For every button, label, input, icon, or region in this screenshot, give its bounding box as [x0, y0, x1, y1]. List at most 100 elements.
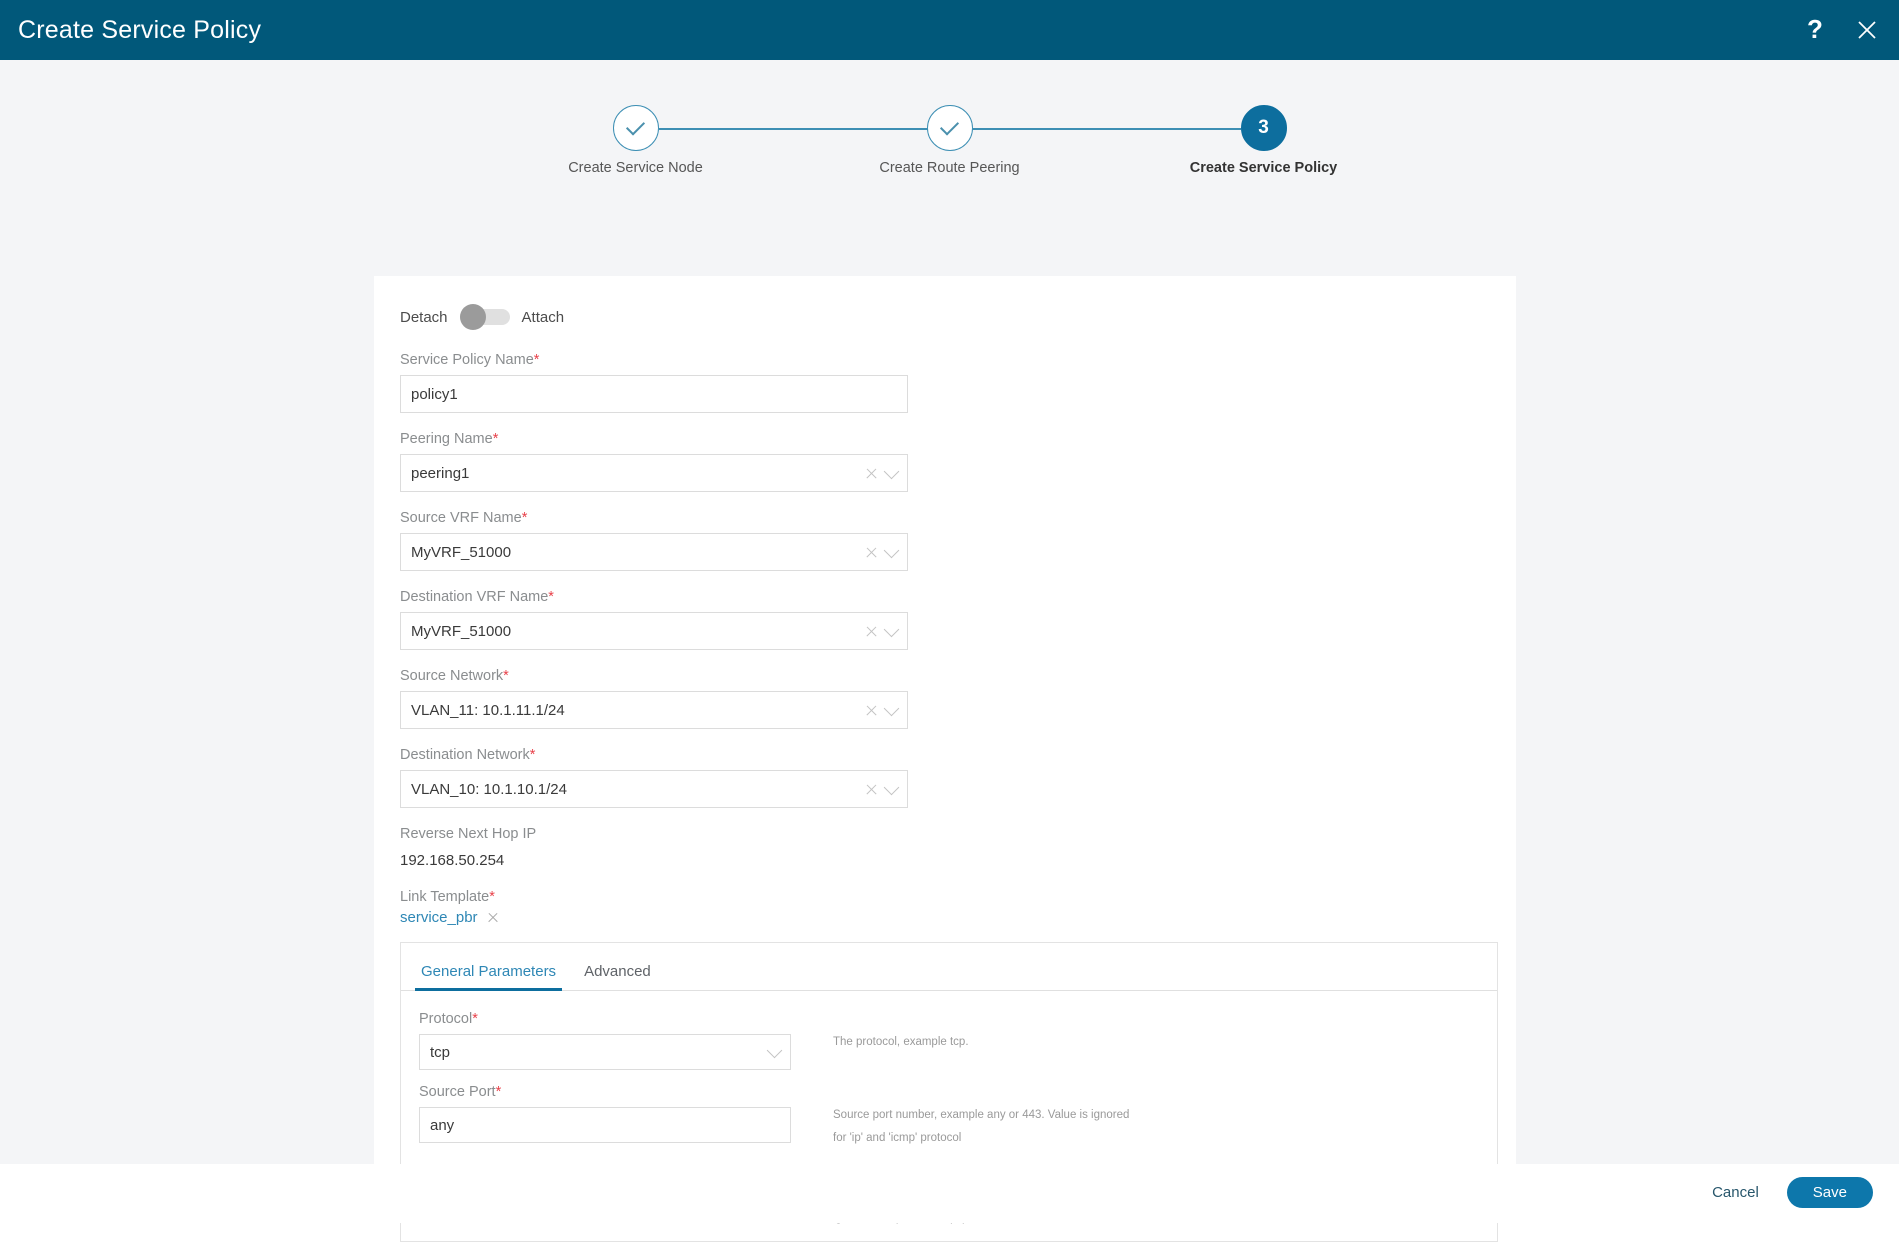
service-policy-name-input[interactable]: policy1 [400, 375, 908, 413]
required-marker: * [533, 352, 540, 368]
attach-detach-toggle-row: Detach Attach [400, 304, 1490, 330]
label-text: Destination VRF Name [400, 589, 549, 605]
tabbar: General Parameters Advanced [401, 943, 1497, 991]
stepper-step-2-label: Create Route Peering [879, 160, 1020, 176]
toggle-knob [459, 304, 486, 330]
dialog-body: Create Service Node Create Route Peering… [0, 60, 1899, 1242]
source-port-help-text: Source port number, example any or 443. … [833, 1109, 1130, 1144]
select-value: MyVRF_51000 [411, 622, 512, 640]
field-destination-vrf-name: Destination VRF Name* MyVRF_51000 [400, 589, 1490, 650]
tab-label: General Parameters [421, 963, 557, 980]
stepper-step-3-circle: 3 [1240, 105, 1287, 151]
field-reverse-next-hop-ip: Reverse Next Hop IP 192.168.50.254 [400, 826, 1490, 869]
tab-label: Advanced [584, 963, 651, 980]
chevron-down-icon[interactable] [766, 1042, 783, 1058]
link-template-chip: service_pbr [400, 909, 1490, 926]
field-source-network: Source Network* VLAN_11: 10.1.11.1/24 [400, 668, 1490, 729]
field-peering-name: Peering Name* peering1 [400, 431, 1490, 492]
chevron-down-icon[interactable] [883, 700, 900, 716]
source-port-input[interactable]: any [419, 1107, 791, 1143]
cancel-button[interactable]: Cancel [1708, 1177, 1763, 1208]
field-label: Reverse Next Hop IP [400, 826, 1490, 842]
select-value: VLAN_11: 10.1.11.1/24 [411, 701, 565, 719]
field-source-vrf-name: Source VRF Name* MyVRF_51000 [400, 510, 1490, 571]
stepper-step-3-label: Create Service Policy [1189, 160, 1338, 176]
reverse-next-hop-ip-value: 192.168.50.254 [400, 852, 505, 869]
select-icons [865, 463, 900, 480]
attach-detach-toggle[interactable] [459, 304, 510, 330]
clear-icon[interactable] [865, 625, 878, 638]
required-marker: * [489, 889, 495, 905]
chevron-down-icon[interactable] [883, 542, 900, 558]
check-icon [939, 116, 960, 136]
dialog-titlebar: Create Service Policy ? [0, 0, 1899, 60]
detach-label: Detach [400, 308, 448, 326]
field-label: Destination VRF Name* [400, 589, 1490, 605]
label-text: Peering Name [400, 431, 493, 447]
peering-name-select[interactable]: peering1 [400, 454, 908, 492]
label-text: Link Template [400, 889, 490, 905]
label-text: Reverse Next Hop IP [400, 826, 537, 842]
tab-advanced[interactable]: Advanced [578, 963, 657, 990]
select-icons [865, 779, 900, 796]
dialog-footer: Cancel Save [0, 1164, 1899, 1223]
chevron-down-icon[interactable] [883, 463, 900, 479]
field-link-template: Link Template* service_pbr [400, 889, 1490, 926]
field-source-port: Source Port* any [419, 1084, 819, 1143]
select-value: MyVRF_51000 [411, 543, 512, 561]
field-service-policy-name: Service Policy Name* policy1 [400, 352, 1490, 413]
close-icon[interactable] [1853, 16, 1881, 44]
dialog-title: Create Service Policy [18, 15, 262, 44]
param-row-source-port: Source Port* any Source port number, exa… [419, 1084, 1479, 1150]
stepper-step-1-circle [612, 105, 659, 151]
select-icons [865, 621, 900, 638]
field-label: Protocol* [419, 1011, 819, 1027]
required-marker: * [492, 431, 499, 447]
clear-icon[interactable] [865, 467, 878, 480]
destination-vrf-name-select[interactable]: MyVRF_51000 [400, 612, 908, 650]
label-text: Source Network [400, 668, 504, 684]
label-text: Destination Network [400, 747, 530, 763]
required-marker: * [529, 747, 536, 763]
chevron-down-icon[interactable] [883, 621, 900, 637]
required-marker: * [495, 1084, 502, 1100]
destination-network-select[interactable]: VLAN_10: 10.1.10.1/24 [400, 770, 908, 808]
select-value: VLAN_10: 10.1.10.1/24 [411, 780, 567, 798]
label-text: Service Policy Name [400, 352, 534, 368]
field-label: Destination Network* [400, 747, 1490, 763]
input-value: any [430, 1116, 455, 1134]
help-icon[interactable]: ? [1801, 14, 1829, 44]
input-value: policy1 [411, 385, 458, 403]
label-text: Source Port [419, 1084, 496, 1100]
remove-icon[interactable] [487, 912, 499, 924]
save-button[interactable]: Save [1786, 1177, 1873, 1208]
stepper-connector-1 [658, 128, 941, 130]
link-template-link[interactable]: service_pbr [400, 909, 478, 926]
tab-general-parameters[interactable]: General Parameters [415, 963, 563, 991]
stepper-steps: Create Service Node Create Route Peering… [568, 105, 1337, 176]
label-text: Protocol [419, 1011, 473, 1027]
field-label: Peering Name* [400, 431, 1490, 447]
titlebar-actions: ? [1801, 14, 1881, 44]
clear-icon[interactable] [865, 704, 878, 717]
field-protocol: Protocol* tcp [419, 1011, 819, 1070]
chevron-down-icon[interactable] [883, 779, 900, 795]
param-row-protocol: Protocol* tcp The protocol, example tcp. [419, 1011, 1479, 1070]
field-label: Source Network* [400, 668, 1490, 684]
field-destination-network: Destination Network* VLAN_10: 10.1.10.1/… [400, 747, 1490, 808]
select-icons [865, 542, 900, 559]
stepper-connector-2 [958, 128, 1241, 130]
select-value: peering1 [411, 464, 470, 482]
required-marker: * [548, 589, 554, 605]
source-vrf-name-select[interactable]: MyVRF_51000 [400, 533, 908, 571]
clear-icon[interactable] [865, 546, 878, 559]
source-network-select[interactable]: VLAN_11: 10.1.11.1/24 [400, 691, 908, 729]
protocol-select[interactable]: tcp [419, 1034, 791, 1070]
clear-icon[interactable] [865, 783, 878, 796]
select-value: tcp [430, 1043, 451, 1061]
stepper-step-2-circle [926, 105, 973, 151]
select-icons [865, 700, 900, 717]
stepper-step-1-label: Create Service Node [568, 160, 703, 176]
check-icon [625, 116, 646, 136]
attach-label: Attach [521, 308, 565, 326]
